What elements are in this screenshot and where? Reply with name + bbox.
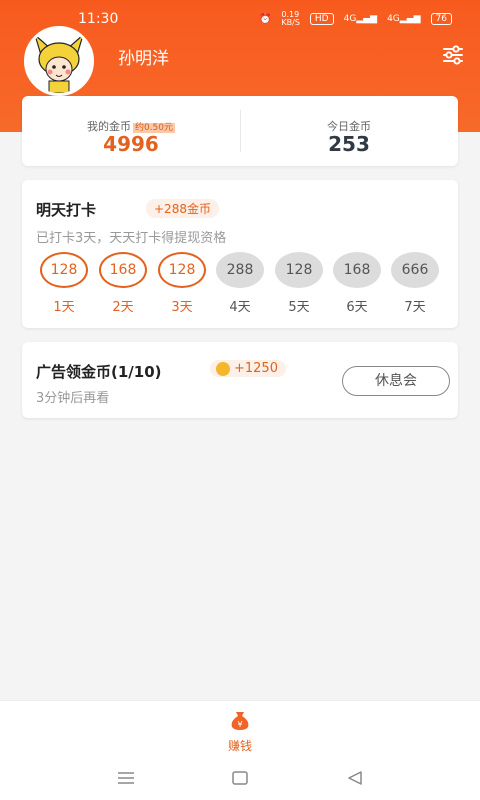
today-coins-value: 253 (328, 132, 370, 156)
status-time: 11:30 (78, 11, 119, 27)
rest-button[interactable]: 休息会 (342, 366, 450, 396)
today-coins[interactable]: 今日金币 253 (240, 96, 458, 166)
day-label: 7天 (404, 300, 426, 315)
signal-2-label: 4G (387, 14, 400, 24)
checkin-bonus-badge: +288金币 (146, 199, 219, 218)
signal-2-icon: 4G▂▄▆ (387, 14, 421, 24)
my-coins-value: 4996 (103, 132, 159, 156)
ad-reward-card: 广告领金币(1/10) +1250 3分钟后再看 休息会 (22, 342, 458, 418)
day-label: 1天 (53, 300, 75, 315)
battery-icon: 76 (430, 13, 452, 25)
day-amount: 288 (216, 252, 264, 288)
checkin-days: 128 1天 168 2天 128 3天 288 4天 128 5天 168 6… (22, 252, 458, 322)
checkin-subtitle: 已打卡3天，天天打卡得提现资格 (36, 231, 227, 246)
status-icons: ⏰ 0.19 KB/S HD 4G▂▄▆ 4G▂▄▆ 76 (259, 11, 452, 27)
my-coins[interactable]: 我的金币 约0.50元 4996 (22, 96, 240, 166)
checkin-day-5[interactable]: 128 5天 (272, 252, 326, 315)
day-label: 2天 (112, 300, 134, 315)
day-amount: 128 (40, 252, 88, 288)
ad-bonus-value: +1250 (234, 361, 278, 376)
alarm-icon: ⏰ (258, 13, 272, 25)
coins-card: 我的金币 约0.50元 4996 今日金币 253 (22, 96, 458, 166)
signal-1-label: 4G (343, 14, 357, 24)
signal-1-icon: 4G▂▄▆ (343, 14, 378, 24)
day-amount: 128 (275, 252, 323, 288)
checkin-day-3[interactable]: 128 3天 (155, 252, 209, 315)
day-amount: 128 (158, 252, 206, 288)
day-label: 5天 (288, 300, 310, 315)
ad-title: 广告领金币(1/10) (36, 363, 162, 381)
day-label: 6天 (346, 300, 368, 315)
day-amount: 168 (333, 252, 381, 288)
back-icon[interactable] (346, 770, 364, 786)
ad-bonus-badge: +1250 (210, 360, 286, 377)
menu-icon[interactable] (117, 770, 135, 786)
avatar-image (27, 29, 91, 93)
username: 孙明洋 (118, 49, 169, 69)
avatar[interactable] (24, 26, 94, 96)
checkin-title: 明天打卡 (36, 201, 97, 219)
day-label: 3天 (171, 300, 193, 315)
day-label: 4天 (229, 300, 251, 315)
tab-earn[interactable]: ¥ 赚钱 (210, 709, 270, 754)
checkin-day-4[interactable]: 288 4天 (213, 252, 267, 315)
checkin-day-1[interactable]: 128 1天 (37, 252, 91, 315)
tab-earn-label: 赚钱 (227, 739, 252, 753)
checkin-day-7[interactable]: 666 7天 (388, 252, 442, 315)
home-icon[interactable] (231, 770, 249, 786)
coin-icon (216, 361, 230, 376)
checkin-card: 明天打卡 +288金币 已打卡3天，天天打卡得提现资格 128 1天 168 2… (22, 180, 458, 328)
checkin-day-6[interactable]: 168 6天 (330, 252, 384, 315)
svg-text:¥: ¥ (237, 720, 242, 729)
ad-subtitle: 3分钟后再看 (36, 391, 110, 406)
network-speed: 0.19 KB/S (281, 10, 300, 27)
money-bag-icon: ¥ (231, 712, 249, 730)
bottom-tab-bar: ¥ 赚钱 (0, 700, 480, 760)
hd-badge: HD (309, 13, 334, 25)
settings-sliders-icon[interactable] (442, 44, 464, 66)
day-amount: 666 (391, 252, 439, 288)
day-amount: 168 (99, 252, 147, 288)
system-nav-bar (0, 760, 480, 800)
checkin-day-2[interactable]: 168 2天 (96, 252, 150, 315)
